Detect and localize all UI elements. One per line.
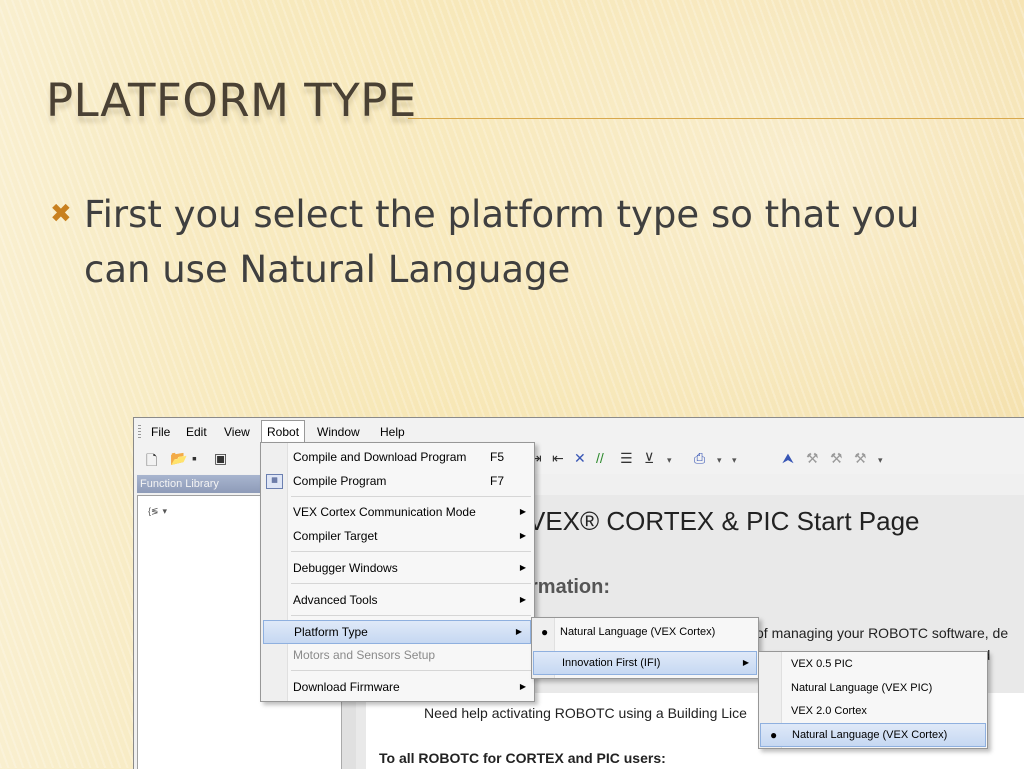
- debug-icon-4[interactable]: ⚒: [854, 450, 867, 467]
- submenu-arrow-icon: ▶: [519, 507, 526, 516]
- menu-file[interactable]: File: [151, 425, 170, 439]
- menu-compile-download[interactable]: Compile and Download Program F5: [261, 446, 534, 468]
- download-dropdown-icon[interactable]: ▾: [717, 455, 722, 466]
- menu-motors-sensors-setup-label: Motors and Sensors Setup: [293, 648, 436, 662]
- menu-window[interactable]: Window: [317, 425, 360, 439]
- menu-platform-type-label: Platform Type: [294, 625, 368, 639]
- toolbar-overflow-icon-2[interactable]: ▾: [732, 455, 737, 466]
- menu-compile-download-shortcut: F5: [489, 450, 504, 464]
- menu-debugger-windows[interactable]: Debugger Windows ▶: [261, 557, 534, 579]
- menu-platform-type[interactable]: Platform Type ▶: [263, 620, 531, 644]
- menu-motors-sensors-setup[interactable]: Motors and Sensors Setup: [261, 644, 534, 666]
- submenu-arrow-icon: ▶: [519, 682, 526, 691]
- ifi-natural-language-cortex-label: Natural Language (VEX Cortex): [792, 729, 948, 741]
- slide-title: PLATFORM TYPE: [46, 74, 417, 127]
- menu-compile-program[interactable]: ▦ Compile Program F7: [261, 470, 534, 492]
- toolbar-overflow-icon-3[interactable]: ▾: [878, 455, 883, 466]
- save-all-icon[interactable]: ▣: [214, 450, 227, 467]
- ifi-vex-05-pic[interactable]: VEX 0.5 PIC: [759, 653, 987, 675]
- outdent-icon[interactable]: ⇤: [552, 450, 564, 467]
- ifi-natural-language-cortex[interactable]: ● Natural Language (VEX Cortex): [760, 723, 986, 747]
- bullet-text: First you select the platform type so th…: [84, 193, 920, 291]
- robotc-screenshot: File Edit View Robot Window Help 🗋 📂 ▪ ▣…: [133, 417, 1024, 769]
- submenu-arrow-icon: ▶: [742, 658, 749, 667]
- comment-icon[interactable]: //: [596, 450, 604, 466]
- submenu-arrow-icon: ▶: [519, 531, 526, 540]
- ifi-vex-20-cortex-label: VEX 2.0 Cortex: [791, 705, 867, 717]
- ifi-vex-20-cortex[interactable]: VEX 2.0 Cortex: [759, 700, 987, 722]
- platform-innovation-first[interactable]: Innovation First (IFI) ▶: [533, 651, 757, 675]
- menu-separator: [291, 551, 531, 552]
- robot-menu: Compile and Download Program F5 ▦ Compil…: [260, 442, 535, 702]
- menu-debugger-windows-label: Debugger Windows: [293, 561, 398, 575]
- function-library-tool-icon: {≶: [148, 506, 159, 516]
- menu-view[interactable]: View: [224, 425, 250, 439]
- cortex-pic-users-heading: To all ROBOTC for CORTEX and PIC users:: [379, 750, 666, 766]
- debug-step-icon[interactable]: ⮝: [782, 450, 794, 467]
- menu-download-firmware[interactable]: Download Firmware ▶: [261, 676, 534, 698]
- bullet-x-icon: ✖: [50, 199, 72, 229]
- platform-natural-language-cortex[interactable]: ● Natural Language (VEX Cortex): [532, 621, 758, 643]
- menu-compiler-target-label: Compiler Target: [293, 529, 378, 543]
- menu-comm-mode[interactable]: VEX Cortex Communication Mode ▶: [261, 501, 534, 523]
- menu-compile-download-label: Compile and Download Program: [293, 450, 467, 464]
- submenu-arrow-icon: ▶: [519, 595, 526, 604]
- submenu-arrow-icon: ▶: [515, 627, 522, 636]
- menu-comm-mode-label: VEX Cortex Communication Mode: [293, 505, 476, 519]
- menu-separator: [291, 496, 531, 497]
- menu-compile-program-shortcut: F7: [489, 474, 504, 488]
- function-library-tool[interactable]: {≶ ▾: [148, 501, 167, 517]
- ifi-natural-language-pic[interactable]: Natural Language (VEX PIC): [759, 677, 987, 699]
- chevron-down-icon: ▾: [162, 506, 167, 516]
- menubar-grip: [138, 424, 141, 438]
- start-page-title: VEX® CORTEX & PIC Start Page: [528, 506, 920, 536]
- download-icon[interactable]: ⎙: [694, 450, 705, 467]
- toolbar-overflow-icon[interactable]: ▾: [667, 455, 672, 466]
- selected-dot-icon: ●: [770, 728, 778, 742]
- menu-separator: [291, 615, 531, 616]
- save-icon[interactable]: ▪: [192, 450, 197, 466]
- bookmark-icon[interactable]: ⊻: [644, 450, 654, 467]
- compile-icon: ▦: [266, 474, 283, 489]
- building-license-help-text: Need help activating ROBOTC using a Buil…: [424, 705, 747, 721]
- open-folder-icon[interactable]: 📂: [170, 450, 187, 467]
- start-page-text-line-1: of managing your ROBOTC software, de: [756, 625, 1009, 641]
- ifi-vex-05-pic-label: VEX 0.5 PIC: [791, 658, 853, 670]
- menu-compiler-target[interactable]: Compiler Target ▶: [261, 525, 534, 547]
- menu-help[interactable]: Help: [380, 425, 405, 439]
- menu-advanced-tools[interactable]: Advanced Tools ▶: [261, 589, 534, 611]
- menu-compile-program-label: Compile Program: [293, 474, 387, 488]
- list-icon[interactable]: ☰: [620, 450, 633, 467]
- selected-dot-icon: ●: [541, 625, 549, 639]
- platform-natural-language-cortex-label: Natural Language (VEX Cortex): [560, 626, 716, 638]
- debug-icon-2[interactable]: ⚒: [806, 450, 819, 467]
- menubar: File Edit View Robot Window Help: [134, 418, 1024, 445]
- ifi-natural-language-pic-label: Natural Language (VEX PIC): [791, 682, 933, 694]
- format-icon[interactable]: ✕: [574, 450, 586, 467]
- ifi-submenu: VEX 0.5 PIC Natural Language (VEX PIC) V…: [758, 651, 988, 749]
- information-heading: rmation:: [530, 576, 610, 598]
- menu-separator: [291, 583, 531, 584]
- bullet-point: ✖ First you select the platform type so …: [50, 187, 930, 297]
- debug-icon-3[interactable]: ⚒: [830, 450, 843, 467]
- platform-innovation-first-label: Innovation First (IFI): [562, 657, 661, 669]
- platform-type-submenu: ● Natural Language (VEX Cortex) Innovati…: [531, 617, 759, 679]
- menu-edit[interactable]: Edit: [186, 425, 207, 439]
- menu-download-firmware-label: Download Firmware: [293, 680, 400, 694]
- menu-advanced-tools-label: Advanced Tools: [293, 593, 378, 607]
- title-rule: [408, 118, 1024, 119]
- menu-separator: [291, 670, 531, 671]
- submenu-arrow-icon: ▶: [519, 563, 526, 572]
- new-file-icon[interactable]: 🗋: [146, 450, 157, 474]
